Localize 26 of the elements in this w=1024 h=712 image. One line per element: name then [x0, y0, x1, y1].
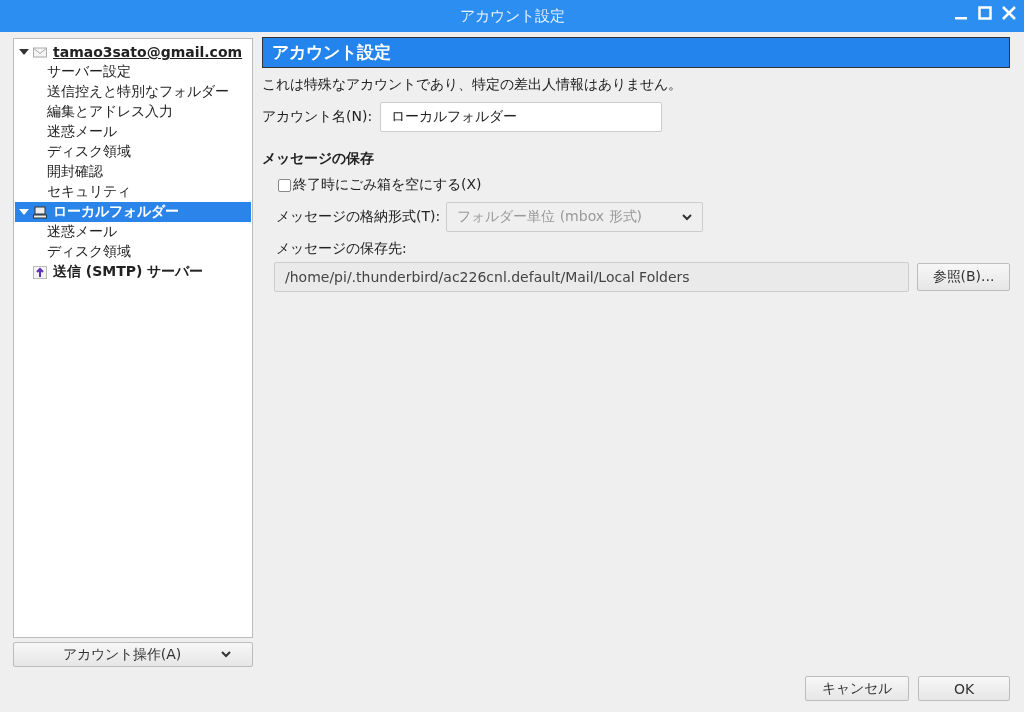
tree-item[interactable]: 開封確認 — [15, 162, 251, 182]
account-actions-button[interactable]: アカウント操作(A) — [13, 642, 253, 667]
field-label: メッセージの格納形式(T): — [276, 208, 441, 226]
section-heading: メッセージの保存 — [262, 150, 375, 168]
tree-item[interactable]: 迷惑メール — [15, 222, 251, 242]
tree-item[interactable]: 迷惑メール — [15, 122, 251, 142]
tree-item[interactable]: ディスク領域 — [15, 242, 251, 262]
tree-item[interactable]: 送信 (SMTP) サーバー — [15, 262, 251, 282]
tree-item[interactable]: セキュリティ — [15, 182, 251, 202]
dialog-button[interactable]: キャンセル — [805, 676, 909, 701]
tree-item[interactable]: サーバー設定 — [15, 62, 251, 82]
tree-item[interactable]: 編集とアドレス入力 — [15, 102, 251, 122]
tree-item[interactable]: 送信控えと特別なフォルダー — [15, 82, 251, 102]
field-label: メッセージの保存先: — [276, 240, 407, 258]
account-name-field[interactable]: ローカルフォルダー — [380, 102, 663, 132]
info-text: これは特殊なアカウントであり、特定の差出人情報はありません。 — [262, 76, 683, 94]
checkbox-label[interactable]: 終了時にごみ箱を空にする(X) — [293, 176, 482, 194]
tree-item[interactable]: ディスク領域 — [15, 142, 251, 162]
browse-button[interactable]: 参照(B)... — [917, 263, 1010, 291]
tree-item[interactable]: ローカルフォルダー — [15, 202, 251, 222]
store-path-field[interactable]: /home/pi/.thunderbird/ac226cnl.default/Mail/Local Folders — [274, 262, 909, 292]
dialog-button[interactable]: OK — [918, 676, 1010, 701]
panel-heading: アカウント設定 — [262, 37, 1010, 68]
tree-item[interactable]: tamao3sato@gmail.com — [15, 42, 251, 62]
field-label: アカウント名(N): — [262, 108, 373, 126]
window-title: アカウント設定 — [459, 6, 565, 26]
